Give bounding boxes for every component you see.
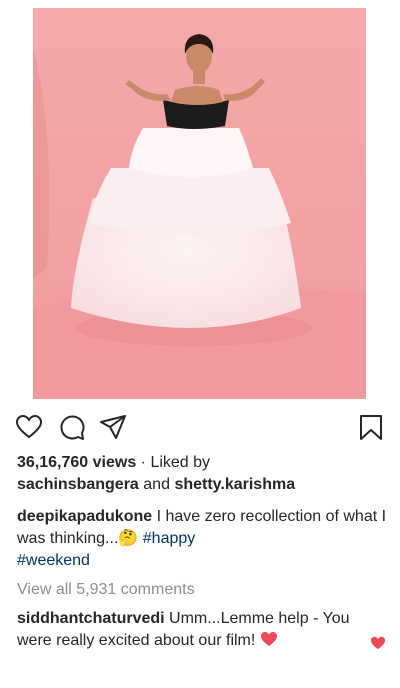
comment-username[interactable]: siddhantchaturvedi — [17, 610, 165, 627]
red-heart-emoji-icon — [260, 631, 278, 654]
views-count[interactable]: 36,16,760 views — [17, 454, 136, 471]
post-photo[interactable] — [33, 8, 366, 399]
comment-item: siddhantchaturvedi Umm...Lemme help - Yo… — [17, 608, 357, 654]
views-and-likes: 36,16,760 views · Liked by sachinsbanger… — [17, 454, 296, 493]
liked-by-and: and — [143, 476, 170, 493]
liked-by-label: Liked by — [150, 454, 211, 471]
caption-username[interactable]: deepikapadukone — [17, 508, 152, 525]
action-bar — [0, 406, 400, 446]
hashtag-happy[interactable]: #happy — [143, 530, 196, 547]
speech-bubble-icon[interactable] — [56, 412, 86, 442]
post-caption: deepikapadukone I have zero recollection… — [17, 506, 387, 572]
liked-by-user[interactable]: shetty.karishma — [174, 476, 295, 493]
view-all-comments-link[interactable]: View all 5,931 comments — [17, 579, 387, 601]
comment-like-heart-icon[interactable] — [370, 636, 386, 650]
paper-plane-icon[interactable] — [98, 412, 128, 442]
heart-outline-icon[interactable] — [14, 412, 44, 442]
hashtag-weekend[interactable]: #weekend — [17, 552, 90, 569]
bookmark-icon[interactable] — [356, 412, 386, 442]
liked-by-user[interactable]: sachinsbangera — [17, 476, 139, 493]
thinking-face-emoji: 🤔 — [118, 530, 139, 547]
photo-illustration — [33, 8, 366, 399]
